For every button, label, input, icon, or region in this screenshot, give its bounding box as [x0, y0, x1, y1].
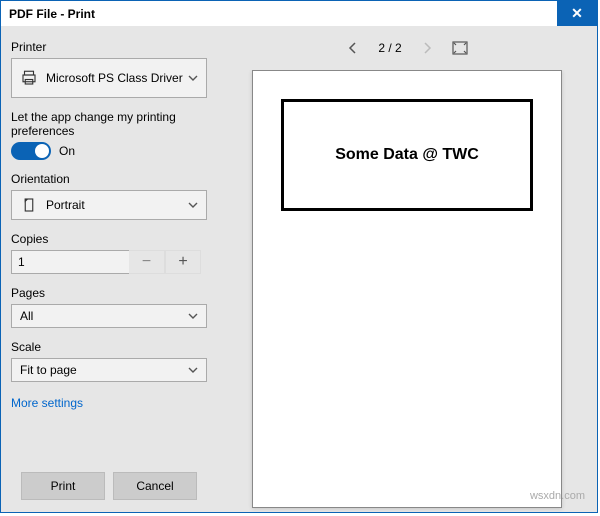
chevron-down-icon — [188, 365, 198, 375]
scale-label: Scale — [11, 340, 207, 354]
dialog-body: Printer Microsoft PS Class Driver Let th… — [1, 26, 597, 512]
portrait-icon — [20, 196, 38, 214]
prefs-text: Let the app change my printing preferenc… — [11, 110, 207, 138]
orientation-label: Orientation — [11, 172, 207, 186]
preview-page: Some Data @ TWC — [252, 70, 562, 508]
toggle-knob — [35, 144, 49, 158]
print-button[interactable]: Print — [21, 472, 105, 500]
fit-to-window-icon[interactable] — [452, 41, 468, 55]
cancel-button[interactable]: Cancel — [113, 472, 197, 500]
pages-selected-text: All — [20, 309, 33, 323]
more-settings-link[interactable]: More settings — [11, 396, 207, 410]
close-button[interactable]: ✕ — [557, 1, 597, 26]
left-panel: Printer Microsoft PS Class Driver Let th… — [1, 26, 217, 512]
minus-icon: − — [142, 253, 151, 271]
copies-plus[interactable]: + — [165, 250, 201, 274]
chevron-down-icon — [188, 200, 198, 210]
printer-select[interactable]: Microsoft PS Class Driver — [11, 58, 207, 98]
preview-panel: 2 / 2 Some Data @ TWC — [217, 26, 597, 512]
copies-input[interactable] — [11, 250, 129, 274]
next-page-button[interactable] — [420, 41, 434, 55]
titlebar: PDF File - Print ✕ — [1, 1, 597, 26]
window-title: PDF File - Print — [9, 7, 95, 21]
printer-icon — [20, 69, 38, 87]
cancel-button-label: Cancel — [136, 479, 173, 493]
page-counter: 2 / 2 — [378, 41, 401, 55]
prev-page-button[interactable] — [346, 41, 360, 55]
copies-row: − + — [11, 250, 207, 274]
orientation-select[interactable]: Portrait — [11, 190, 207, 220]
prefs-toggle[interactable] — [11, 142, 51, 160]
pages-label: Pages — [11, 286, 207, 300]
scale-selected-text: Fit to page — [20, 363, 77, 377]
orientation-selected-text: Portrait — [46, 198, 85, 212]
pages-select[interactable]: All — [11, 304, 207, 328]
footer: Print Cancel — [11, 462, 207, 512]
printer-label: Printer — [11, 40, 207, 54]
print-button-label: Print — [51, 479, 76, 493]
prefs-state: On — [59, 144, 75, 158]
copies-label: Copies — [11, 232, 207, 246]
preview-area[interactable]: Some Data @ TWC — [217, 70, 597, 512]
chevron-down-icon — [188, 311, 198, 321]
preview-nav: 2 / 2 — [217, 26, 597, 70]
preview-content-text: Some Data @ TWC — [335, 146, 479, 164]
copies-minus[interactable]: − — [129, 250, 165, 274]
close-icon: ✕ — [571, 5, 583, 22]
watermark: wsxdn.com — [530, 490, 585, 502]
chevron-down-icon — [188, 73, 198, 83]
prefs-toggle-row: On — [11, 142, 207, 160]
printer-selected-text: Microsoft PS Class Driver — [46, 71, 183, 85]
print-dialog: PDF File - Print ✕ Printer Microsoft PS … — [0, 0, 598, 513]
plus-icon: + — [178, 253, 187, 271]
scale-select[interactable]: Fit to page — [11, 358, 207, 382]
preview-content-box: Some Data @ TWC — [281, 99, 533, 211]
